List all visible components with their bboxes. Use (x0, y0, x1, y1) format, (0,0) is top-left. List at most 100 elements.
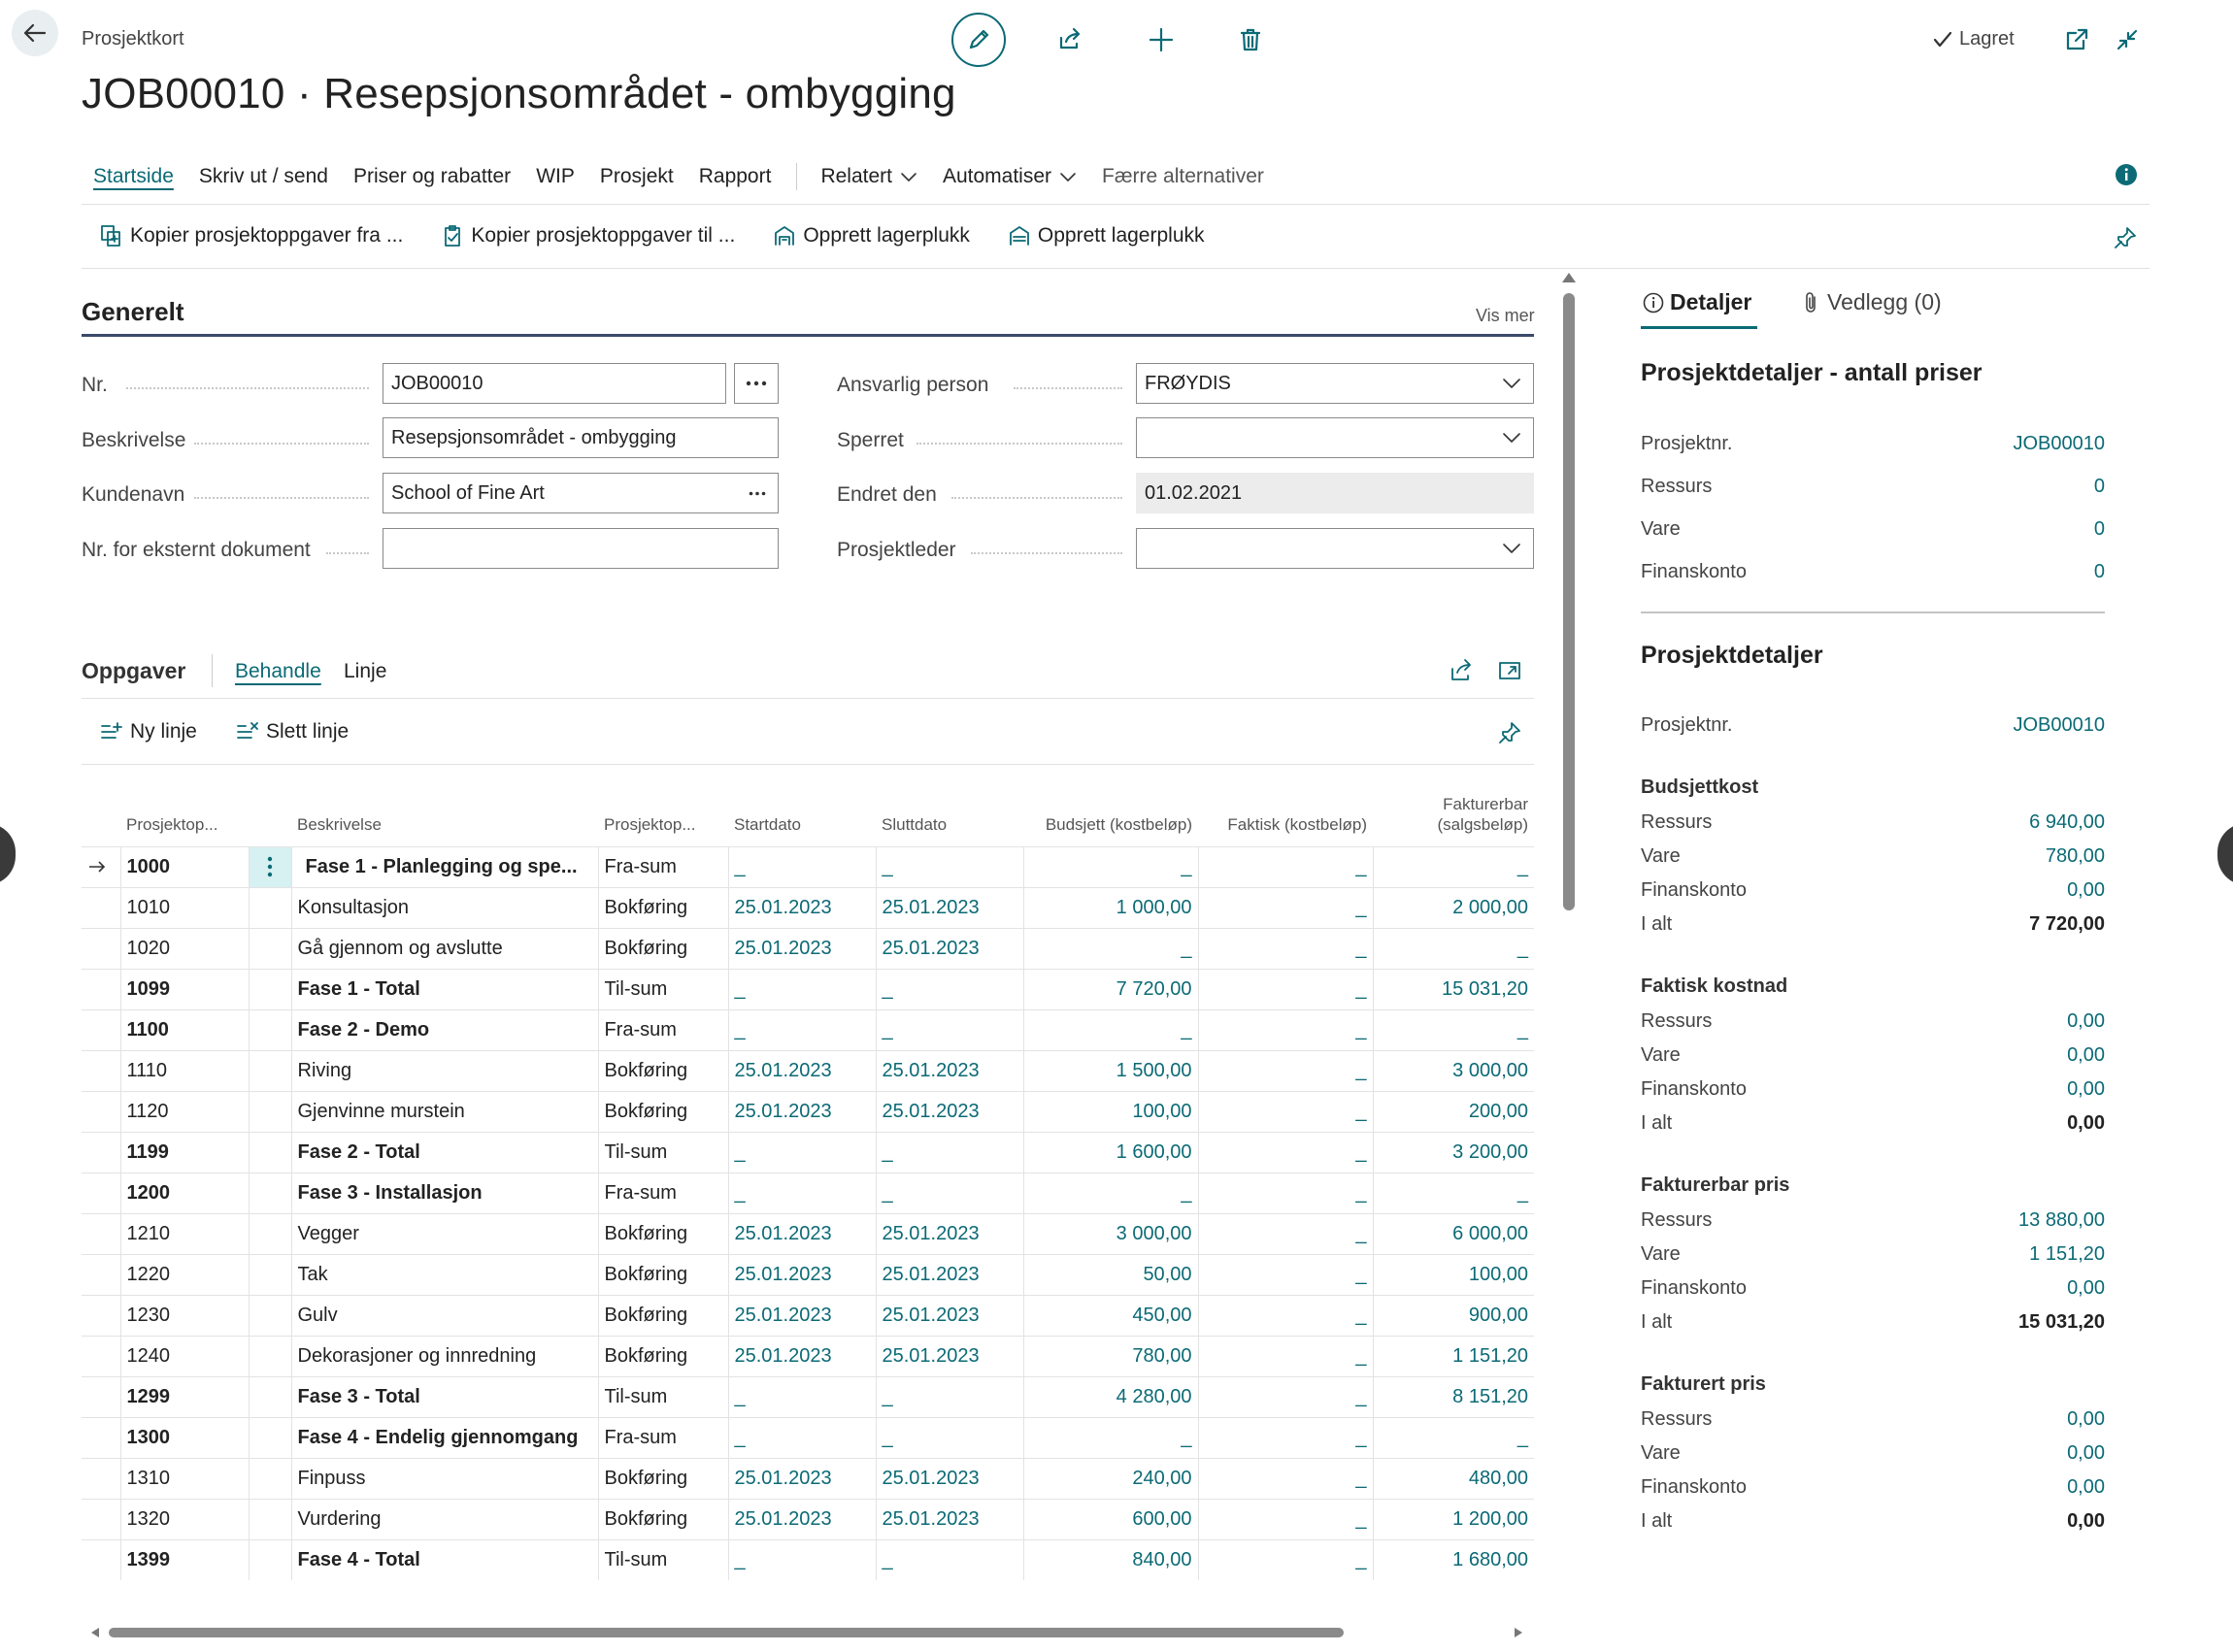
menu-report[interactable]: Rapport (699, 165, 772, 188)
row-menu[interactable] (248, 1375, 291, 1417)
cell-task-no[interactable]: 1220 (119, 1253, 249, 1295)
tab-attachments[interactable]: Vedlegg (0) (1802, 289, 1942, 315)
cell-end-date[interactable]: 25.01.2023 (875, 1498, 1023, 1539)
ellipsis-icon[interactable] (749, 491, 766, 496)
cell-task-type[interactable]: Til-sum (597, 1538, 728, 1580)
row-selector[interactable] (82, 1416, 120, 1458)
cell-end-date[interactable]: 25.01.2023 (875, 1090, 1023, 1132)
cell-start-date[interactable]: _ (727, 1008, 876, 1050)
cell-start-date[interactable]: 25.01.2023 (727, 1212, 876, 1254)
row-menu[interactable] (248, 968, 291, 1009)
column-header-end-date[interactable]: Sluttdato (876, 765, 1023, 846)
new-line-button[interactable]: Ny linje (99, 720, 197, 743)
table-row[interactable]: 1299 Fase 3 - Total Til-sum _ _ 4 280,00 _ 8 15… (82, 1375, 1534, 1417)
cell-description[interactable]: Riving (290, 1049, 598, 1091)
factbox-value[interactable]: 6 940,00 (2029, 811, 2105, 834)
cell-end-date[interactable]: 25.01.2023 (875, 1049, 1023, 1091)
cell-description[interactable]: Dekorasjoner og innredning (290, 1335, 598, 1376)
blocked-field[interactable] (1136, 417, 1534, 458)
cell-end-date[interactable]: 25.01.2023 (875, 1212, 1023, 1254)
column-header-task-type[interactable]: Prosjektop... (598, 765, 728, 846)
cell-description[interactable]: Fase 2 - Total (290, 1131, 598, 1173)
row-selector[interactable] (82, 1008, 120, 1050)
cell-end-date[interactable]: _ (875, 1172, 1023, 1213)
row-menu[interactable] (248, 845, 291, 887)
factbox-value[interactable]: 13 880,00 (2018, 1209, 2105, 1232)
cell-start-date[interactable]: _ (727, 1131, 876, 1173)
factbox-value[interactable]: 1 151,20 (2029, 1243, 2105, 1266)
cell-start-date[interactable]: _ (727, 1416, 876, 1458)
row-selector[interactable] (82, 1294, 120, 1336)
factbox-value[interactable]: 0,00 (2067, 1078, 2105, 1101)
cell-task-type[interactable]: Bokføring (597, 1498, 728, 1539)
table-row[interactable]: 1200 Fase 3 - Installasjon Fra-sum _ _ _ _ _ (82, 1172, 1534, 1213)
menu-print-send[interactable]: Skriv ut / send (199, 165, 328, 188)
cell-end-date[interactable]: _ (875, 1538, 1023, 1580)
cell-end-date[interactable]: _ (875, 968, 1023, 1009)
row-selector[interactable] (82, 1049, 120, 1091)
right-edge-handle[interactable] (2217, 823, 2233, 885)
cell-task-no[interactable]: 1110 (119, 1049, 249, 1091)
row-selector[interactable] (82, 1090, 120, 1132)
factbox-value[interactable]: JOB00010 (2013, 433, 2105, 455)
cell-start-date[interactable]: _ (727, 1172, 876, 1213)
cell-start-date[interactable]: _ (727, 968, 876, 1009)
cell-task-no[interactable]: 1320 (119, 1498, 249, 1539)
row-selector[interactable] (82, 968, 120, 1009)
factbox-value[interactable]: 0,00 (2067, 1442, 2105, 1465)
vertical-scrollbar[interactable] (1563, 293, 1575, 910)
cell-task-no[interactable]: 1300 (119, 1416, 249, 1458)
row-menu[interactable] (248, 1498, 291, 1539)
table-row[interactable]: 1000 Fase 1 - Planlegging og spe... Fra-su… (82, 845, 1534, 887)
row-menu[interactable] (248, 1416, 291, 1458)
external-doc-field[interactable] (383, 528, 779, 569)
row-selector[interactable] (82, 1375, 120, 1417)
row-selector[interactable] (82, 1335, 120, 1376)
delete-button[interactable] (1223, 13, 1278, 67)
share-button[interactable] (1043, 13, 1097, 67)
cell-task-type[interactable]: Fra-sum (597, 1008, 728, 1050)
table-row[interactable]: 1240 Dekorasjoner og innredning Bokføring 2… (82, 1335, 1534, 1376)
column-header-billable-price[interactable]: Fakturerbar (salgsbeløp) (1373, 765, 1534, 846)
factbox-value[interactable]: 0,00 (2067, 1044, 2105, 1067)
collapse-button[interactable] (2115, 27, 2140, 52)
scroll-up-arrow[interactable] (1561, 272, 1577, 283)
cell-task-no[interactable]: 1230 (119, 1294, 249, 1336)
factbox-value[interactable]: 0,00 (2067, 1010, 2105, 1033)
share-tasks-button[interactable] (1449, 658, 1474, 683)
table-row[interactable]: 1399 Fase 4 - Total Til-sum _ _ 840,00 _ 1 680,… (82, 1538, 1534, 1580)
cell-description[interactable]: Tak (290, 1253, 598, 1295)
table-row[interactable]: 1020 Gå gjennom og avslutte Bokføring 25.01… (82, 927, 1534, 969)
create-warehouse-pick-button[interactable]: Opprett lagerplukk (772, 223, 970, 248)
column-header-actual-cost[interactable]: Faktisk (kostbeløp) (1198, 765, 1373, 846)
cell-end-date[interactable]: 25.01.2023 (875, 886, 1023, 928)
cell-description[interactable]: Fase 1 - Total (290, 968, 598, 1009)
table-row[interactable]: 1220 Tak Bokføring 25.01.2023 25.01.2023 50,0… (82, 1253, 1534, 1295)
cell-start-date[interactable]: 25.01.2023 (727, 1457, 876, 1499)
row-selector[interactable] (82, 1212, 120, 1254)
row-selector[interactable] (82, 1131, 120, 1173)
new-button[interactable] (1134, 13, 1188, 67)
horizontal-scrollbar[interactable] (89, 1627, 1524, 1638)
cell-end-date[interactable]: _ (875, 1008, 1023, 1050)
row-menu[interactable] (248, 886, 291, 928)
cell-start-date[interactable]: 25.01.2023 (727, 927, 876, 969)
cell-description[interactable]: Gå gjennom og avslutte (290, 927, 598, 969)
cell-task-type[interactable]: Fra-sum (597, 845, 728, 887)
row-menu[interactable] (248, 1538, 291, 1580)
cell-task-type[interactable]: Bokføring (597, 1049, 728, 1091)
table-row[interactable]: 1010 Konsultasjon Bokføring 25.01.2023 25.01… (82, 886, 1534, 928)
cell-end-date[interactable]: 25.01.2023 (875, 927, 1023, 969)
row-selector[interactable] (82, 886, 120, 928)
cell-end-date[interactable]: _ (875, 845, 1023, 887)
row-menu[interactable] (248, 1253, 291, 1295)
menu-automate[interactable]: Automatiser (943, 165, 1077, 188)
row-selector[interactable] (82, 1172, 120, 1213)
cell-end-date[interactable]: 25.01.2023 (875, 1335, 1023, 1376)
cell-description[interactable]: Fase 3 - Installasjon (290, 1172, 598, 1213)
row-menu[interactable] (248, 1049, 291, 1091)
factbox-value-link[interactable]: JOB00010 (2013, 714, 2105, 737)
nr-field[interactable]: JOB00010 (383, 363, 726, 404)
cell-task-type[interactable]: Bokføring (597, 927, 728, 969)
table-row[interactable]: 1110 Riving Bokføring 25.01.2023 25.01.2023 1… (82, 1049, 1534, 1091)
